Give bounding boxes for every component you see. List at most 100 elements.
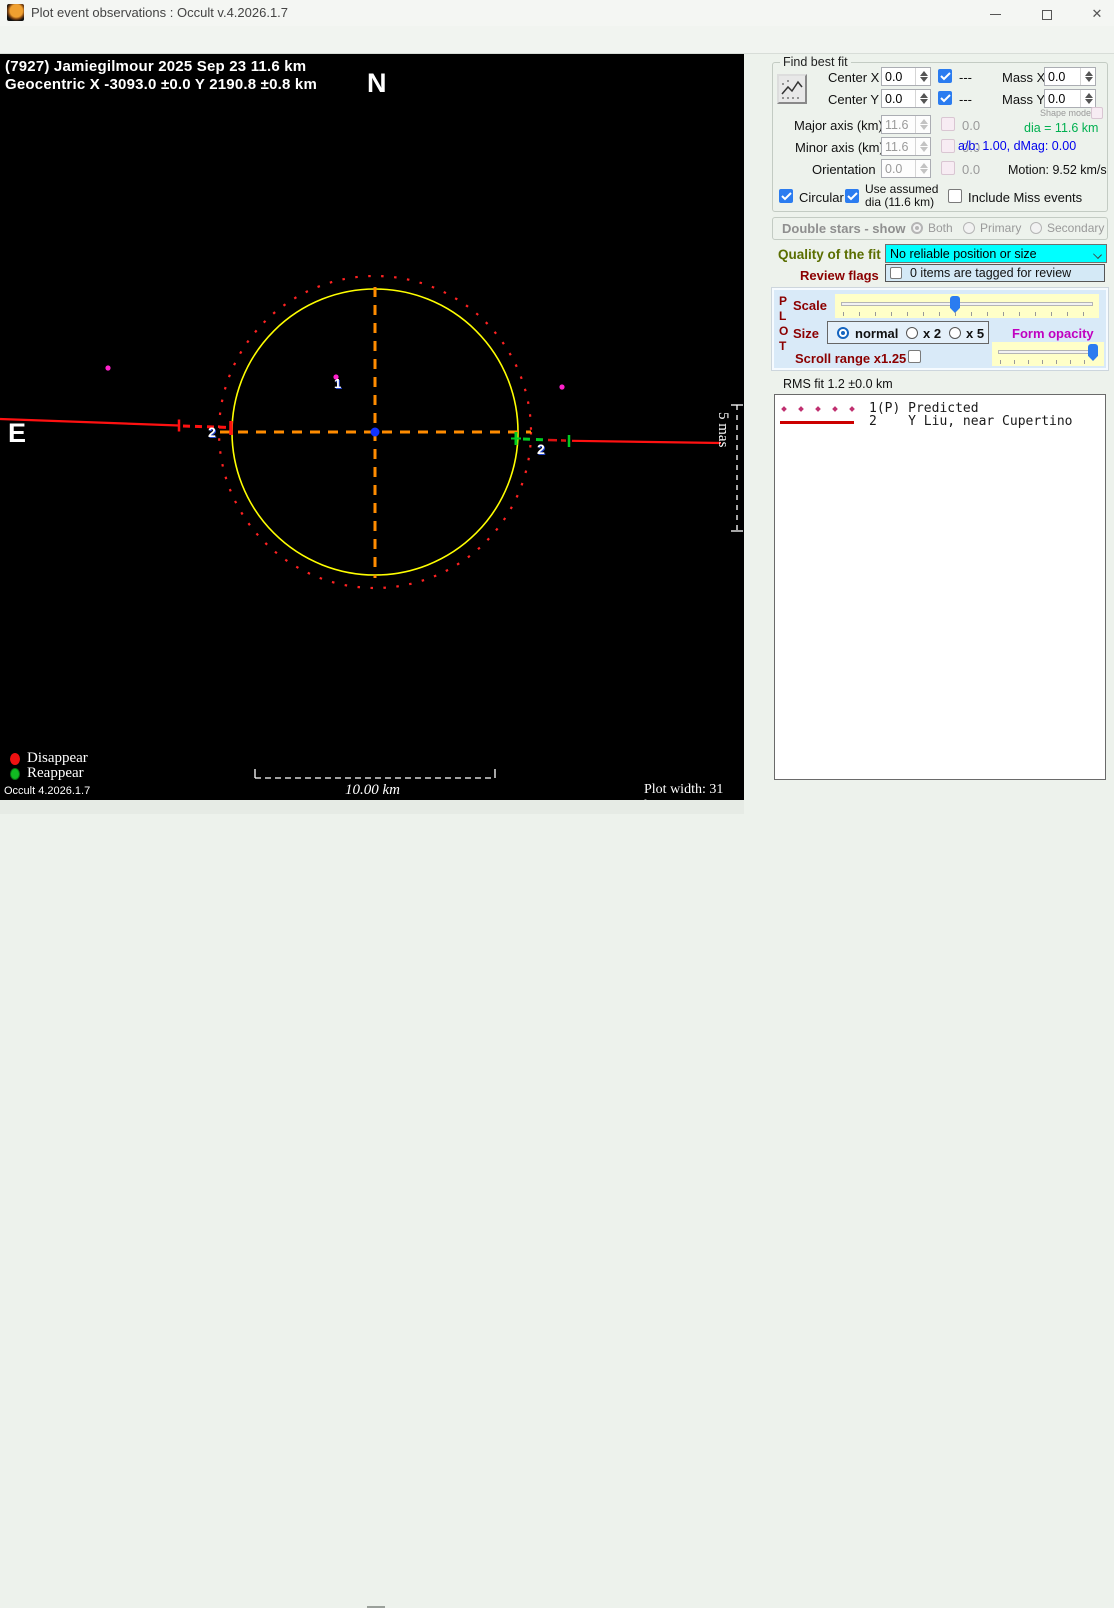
ab-dmag-label: a/b: 1.00, dMag: 0.00 (958, 139, 1077, 153)
major-axis-checkbox (941, 117, 955, 131)
plot-title-line1: (7927) Jamiegilmour 2025 Sep 23 11.6 km (5, 58, 307, 75)
major-axis-error: 0.0 (962, 118, 981, 133)
center-y-input[interactable]: 0.0 (881, 89, 931, 108)
scale-label: Scale (793, 298, 827, 313)
diameter-label: dia = 11.6 km (1024, 121, 1099, 135)
orientation-checkbox (941, 161, 955, 175)
size-normal-radio[interactable] (837, 327, 849, 339)
center-y-checkbox[interactable] (938, 91, 952, 105)
bottom-strip (0, 800, 744, 1608)
spin-down-icon[interactable] (1085, 77, 1093, 82)
chord-number-left: 2 (208, 424, 216, 440)
center-x-input[interactable]: 0.0 (881, 67, 931, 86)
observation-name: Y Liu, near Cupertino (908, 414, 1073, 429)
spin-down-icon[interactable] (1085, 99, 1093, 104)
include-miss-label: Include Miss events (968, 190, 1083, 205)
center-point (370, 427, 380, 437)
minor-axis-checkbox (941, 139, 955, 153)
reappear-dot-icon (10, 768, 20, 780)
form-opacity-label: Form opacity (1012, 326, 1094, 341)
orientation-input: 0.0 (881, 159, 931, 178)
plot-controls-panel: P L O T Scale Size normal x 2 x 5 Form o… (771, 287, 1109, 371)
list-item[interactable]: 2 Y Liu, near Cupertino (775, 414, 1105, 429)
spin-down-icon (920, 147, 928, 152)
center-y-label: Center Y (828, 92, 880, 107)
chord-left (0, 417, 180, 427)
list-item[interactable]: 1(P) Predicted (775, 401, 1105, 416)
size-x2-radio[interactable] (906, 327, 918, 339)
check-icon (781, 192, 792, 201)
spin-up-icon[interactable] (1085, 71, 1093, 76)
scroll-range-label: Scroll range x1.25 (795, 351, 907, 366)
scale-slider-thumb[interactable] (950, 296, 960, 313)
size-x5-radio[interactable] (949, 327, 961, 339)
spin-up-icon[interactable] (920, 71, 928, 76)
close-button[interactable]: ✕ (1082, 6, 1112, 22)
minimize-button[interactable] (980, 6, 1010, 22)
dotted-line-sample (832, 406, 838, 412)
shape-model-checkbox (1091, 107, 1103, 119)
mass-y-input[interactable]: 0.0 (1044, 89, 1096, 108)
size-label: Size (793, 326, 820, 341)
mas-scale-label: 5 mas (715, 412, 731, 448)
shape-model-label: Shape model (1040, 108, 1094, 118)
maximize-button[interactable] (1032, 6, 1062, 22)
spin-up-icon (920, 119, 928, 124)
app-icon (7, 4, 24, 21)
major-axis-label: Major axis (km) (794, 118, 883, 133)
plot-area[interactable]: (7927) Jamiegilmour 2025 Sep 23 11.6 km … (0, 54, 744, 813)
scroll-range-checkbox[interactable] (908, 350, 921, 363)
scale-slider[interactable] (835, 294, 1099, 318)
minor-axis-label: Minor axis (km) (795, 140, 884, 155)
plot-letter: P (779, 294, 788, 308)
orientation-error: 0.0 (962, 162, 981, 177)
north-label: N (367, 68, 387, 98)
review-flags-label: Review flags (800, 268, 879, 283)
circular-label: Circular (799, 190, 844, 205)
predicted-chord-number: 1 (334, 376, 342, 391)
review-flags-checkbox[interactable] (890, 267, 902, 279)
double-secondary-label: Secondary (1047, 221, 1105, 235)
chord-right (571, 439, 722, 445)
fit-chart-button[interactable] (777, 74, 807, 104)
title-bar: Plot event observations : Occult v.4.202… (0, 0, 1114, 26)
disappear-dot-icon (10, 753, 20, 765)
spin-down-icon[interactable] (920, 77, 928, 82)
center-x-label: Center X (828, 70, 880, 85)
quality-label: Quality of the fit (778, 247, 881, 262)
use-assumed-label-line1: Use assumed (865, 182, 939, 196)
maximize-icon (1042, 9, 1052, 20)
use-assumed-checkbox[interactable] (845, 189, 859, 203)
rms-fit-label: RMS fit 1.2 ±0.0 km (783, 377, 893, 391)
size-x2-label: x 2 (923, 326, 942, 341)
km-scale-label: 10.00 km (345, 782, 400, 798)
review-flags-text: 0 items are tagged for review (910, 266, 1072, 280)
find-best-fit-label: Find best fit (780, 55, 851, 69)
circular-checkbox[interactable] (779, 189, 793, 203)
spin-down-icon[interactable] (920, 99, 928, 104)
plot-canvas (0, 274, 743, 779)
spin-up-icon (920, 141, 928, 146)
mass-x-input[interactable]: 0.0 (1044, 67, 1096, 86)
spin-down-icon (920, 169, 928, 174)
center-x-flag: --- (959, 70, 972, 85)
center-y-flag: --- (959, 92, 972, 107)
opacity-slider-thumb[interactable] (1088, 344, 1098, 361)
include-miss-checkbox[interactable] (948, 189, 962, 203)
opacity-slider[interactable] (992, 342, 1104, 366)
observation-id: 2 (869, 414, 901, 429)
double-both-label: Both (928, 221, 953, 235)
spin-up-icon[interactable] (920, 93, 928, 98)
observations-list[interactable]: 1(P) Predicted 2 Y Liu, near Cupertino (774, 394, 1106, 780)
spin-up-icon[interactable] (1085, 93, 1093, 98)
size-x5-label: x 5 (966, 326, 985, 341)
spin-down-icon (920, 125, 928, 130)
solid-line-sample (780, 421, 854, 424)
chart-icon (781, 80, 803, 99)
double-stars-label: Double stars - show (782, 221, 906, 236)
center-x-checkbox[interactable] (938, 69, 952, 83)
minimize-icon (989, 14, 1001, 16)
double-both-radio (911, 222, 923, 234)
mass-y-label: Mass Y (1002, 92, 1046, 107)
quality-dropdown[interactable]: No reliable position or size (885, 244, 1107, 263)
